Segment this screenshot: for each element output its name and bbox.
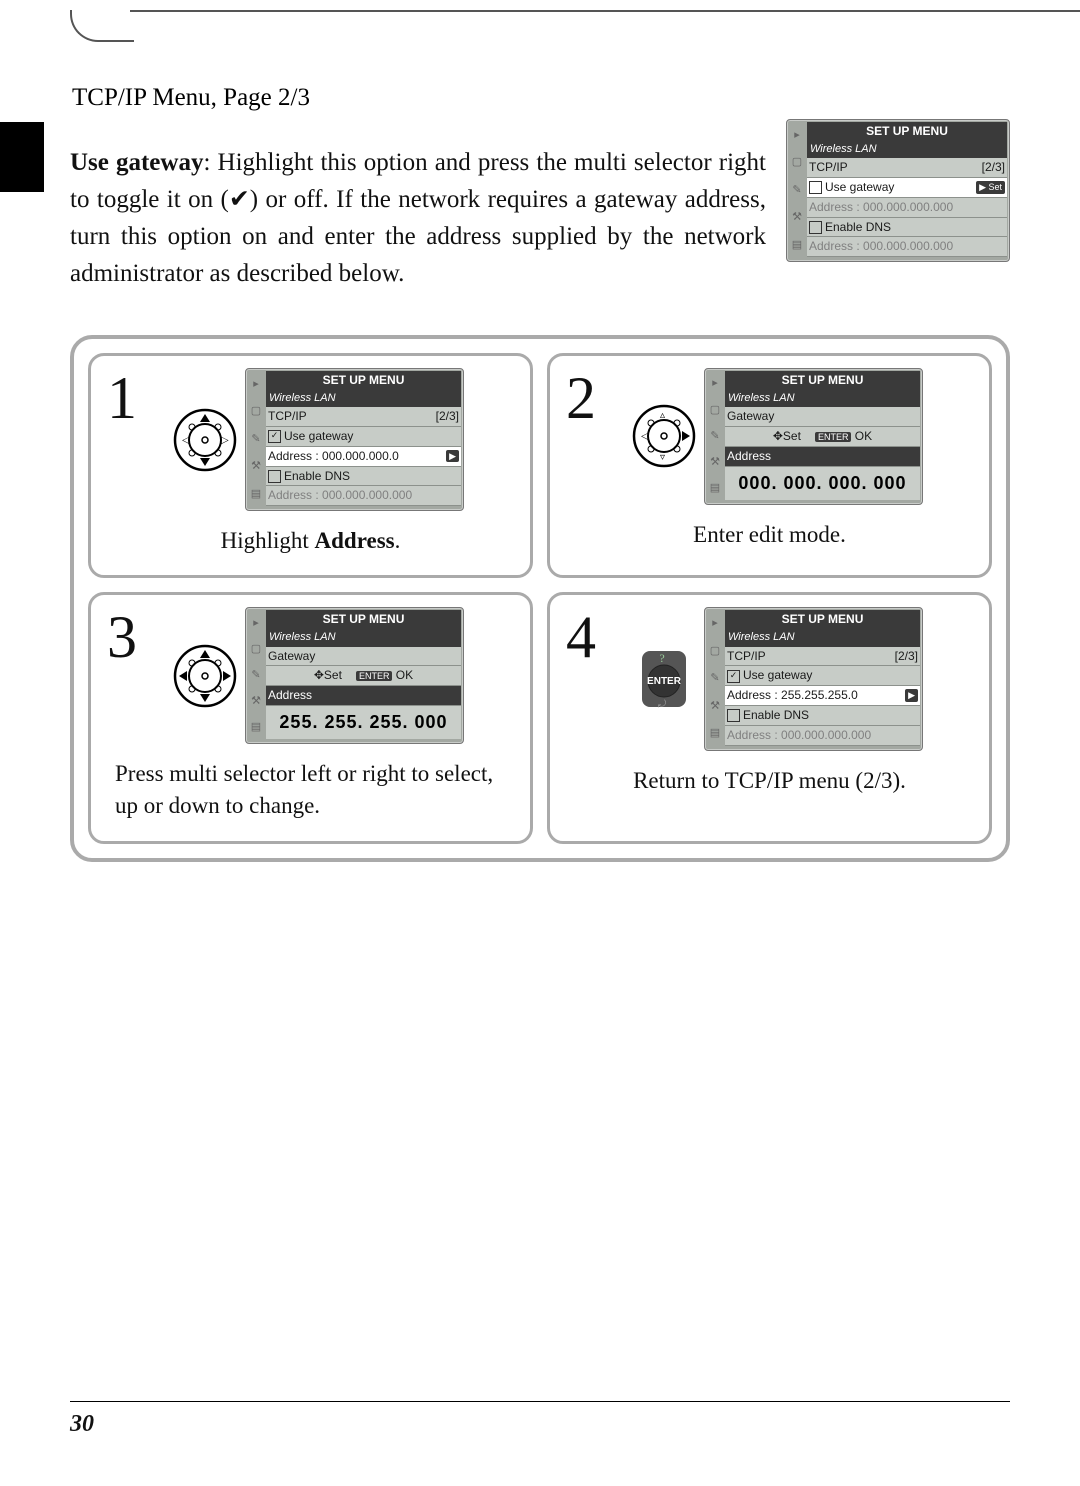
enter-icon: ENTER (815, 432, 852, 442)
svg-text:▿: ▿ (660, 452, 665, 463)
dpad-icon: ✥ (314, 668, 324, 682)
wrench-icon: ⚒ (792, 210, 802, 225)
right-arrow-icon: ▶ (446, 450, 459, 463)
lcd-title: SET UP MENU (807, 122, 1007, 141)
row-address-selected: Address : 000.000.000.0▶ (266, 447, 461, 467)
lcd-step4: ▸▢✎⚒▤ SET UP MENU Wireless LAN TCP/IP[2/… (704, 607, 923, 750)
card-icon: ▤ (792, 238, 802, 253)
step-1: 1 ◁ ▷ (88, 353, 533, 578)
multi-selector-icon: ◁ ▷ (173, 408, 237, 472)
body-paragraph: Use gateway: Highlight this option and p… (70, 144, 766, 292)
lcd-step3: ▸▢✎⚒▤ SET UP MENU Wireless LAN Gateway ✥… (245, 607, 464, 744)
lcd-main: ▸ ▢ ✎ ⚒ ▤ SET UP MENU Wireless LAN TCP/I… (786, 119, 1010, 262)
set-tag: ▶ Set (976, 181, 1005, 194)
row-enable-dns: Enable DNS (807, 218, 1007, 238)
address-value: 000. 000. 000. 000 (725, 467, 920, 500)
pencil-icon: ✎ (792, 183, 801, 198)
steps-container: 1 ◁ ▷ (70, 335, 1010, 862)
para-bold: Use gateway (70, 149, 203, 176)
svg-text:◁: ◁ (182, 435, 190, 446)
enter-button-icon: ENTER ? ⤾ (632, 647, 696, 711)
step-4: 4 ENTER ? ⤾ ▸▢✎⚒▤ SET UP MENU (547, 592, 992, 843)
step-3-caption: Press multi selector left or right to se… (107, 758, 514, 822)
dpad-icon: ✥ (773, 429, 783, 443)
svg-text:▷: ▷ (221, 435, 229, 446)
section-heading: TCP/IP Menu, Page 2/3 (72, 80, 1010, 115)
address-value: 255. 255. 255. 000 (266, 706, 461, 739)
step-number: 4 (566, 607, 618, 667)
header-curve (70, 0, 1080, 50)
page-footer: 30 (70, 1401, 1010, 1442)
multi-selector-icon (173, 644, 237, 708)
step-2: 2 ▵ ▿ ◁ (547, 353, 992, 578)
page-number: 30 (70, 1411, 94, 1437)
step-number: 3 (107, 607, 159, 667)
manual-page: TCP/IP Menu, Page 2/3 Use gateway: Highl… (0, 0, 1080, 1486)
enter-icon: ENTER (356, 671, 393, 681)
svg-text:?: ? (659, 651, 664, 665)
svg-text:▵: ▵ (660, 410, 665, 421)
step-2-caption: Enter edit mode. (566, 519, 973, 551)
lcd-icon-strip: ▸ ▢ ✎ ⚒ ▤ (789, 122, 805, 259)
row-tcpip: TCP/IP [2/3] (807, 158, 1007, 178)
play-icon: ▸ (794, 128, 800, 143)
side-tab (0, 122, 44, 192)
svg-text:ENTER: ENTER (647, 676, 682, 687)
step-number: 1 (107, 368, 159, 428)
step-1-caption: Highlight Address. (107, 525, 514, 557)
row-gw-addr: Address : 000.000.000.000 (807, 198, 1007, 218)
step-number: 2 (566, 368, 618, 428)
svg-text:⤾: ⤾ (658, 699, 667, 710)
step-3: 3 (88, 592, 533, 843)
lcd-subtitle: Wireless LAN (807, 141, 1007, 158)
lcd-step2: ▸▢✎⚒▤ SET UP MENU Wireless LAN Gateway ✥… (704, 368, 923, 505)
checkbox-icon (809, 181, 822, 194)
checkbox-icon (809, 221, 822, 234)
multi-selector-icon: ▵ ▿ ◁ (632, 404, 696, 468)
row-use-gateway: Use gateway ▶ Set (807, 178, 1007, 198)
right-arrow-icon: ▶ (905, 689, 918, 702)
svg-text:◁: ◁ (641, 431, 649, 442)
camera-icon: ▢ (792, 155, 802, 170)
row-dns-addr: Address : 000.000.000.000 (807, 237, 1007, 257)
step-4-caption: Return to TCP/IP menu (2/3). (566, 765, 973, 797)
lcd-step1: ▸▢✎⚒▤ SET UP MENU Wireless LAN TCP/IP[2/… (245, 368, 464, 511)
